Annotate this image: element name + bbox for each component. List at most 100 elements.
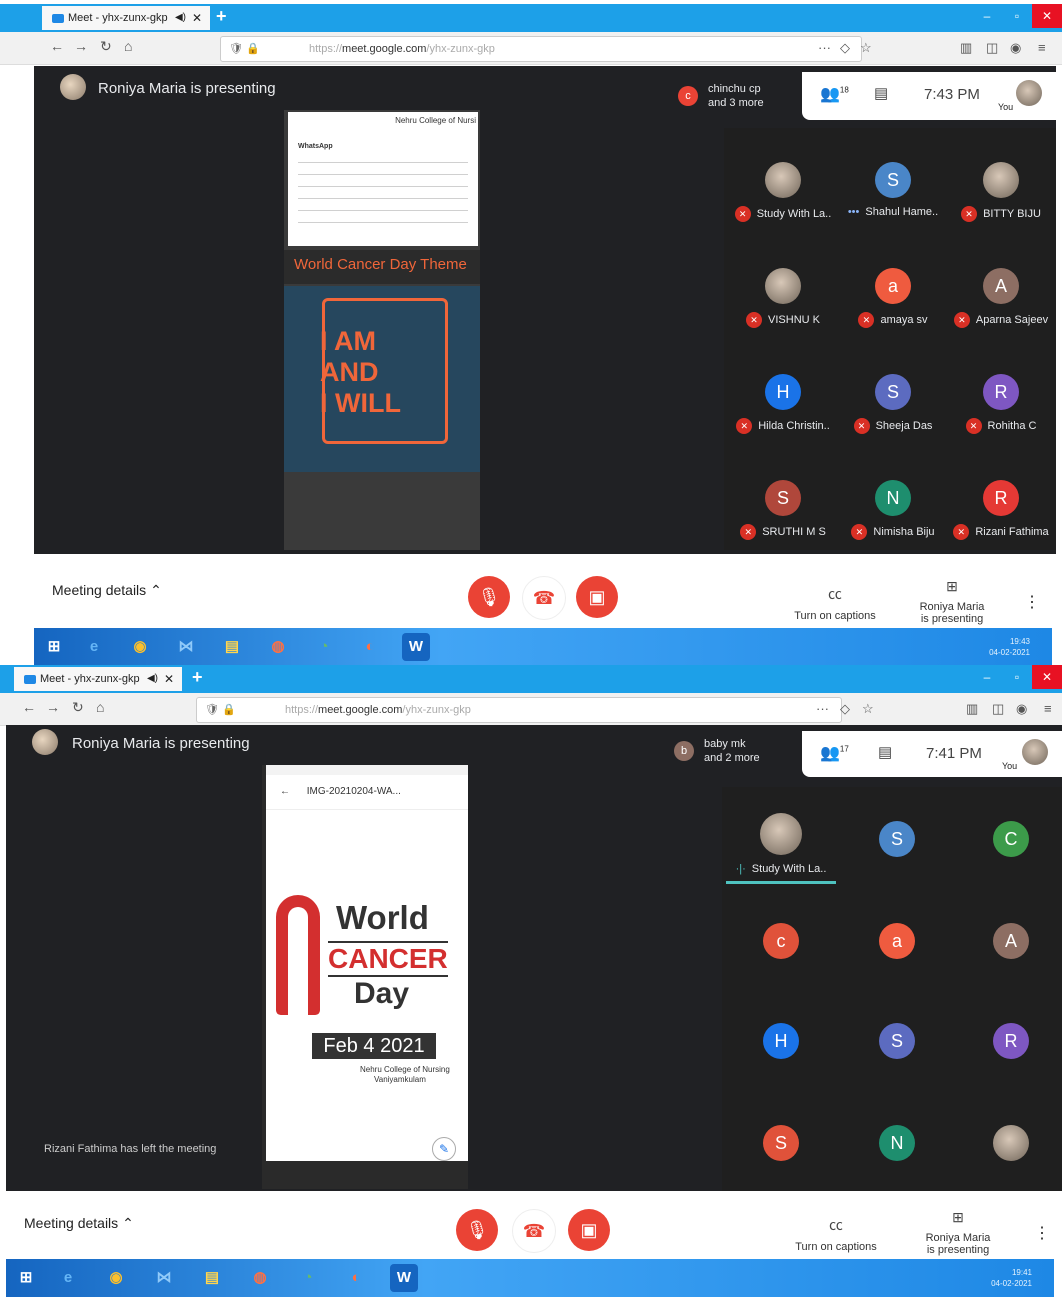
address-bar[interactable]: 🛡 🔒 https://meet.google.com/yhx-zunx-gkp [196, 697, 842, 723]
chat-icon[interactable]: ▤ [874, 84, 888, 102]
maximize-icon[interactable]: ▫ [1002, 665, 1032, 689]
system-tray: 19:43 04-02-2021 [989, 636, 1030, 658]
close-tab-icon[interactable]: ✕ [192, 6, 202, 30]
participant-tile: ✕ Study With La.. [728, 162, 838, 222]
folder-icon[interactable]: ▤ [218, 633, 246, 661]
menu-icon[interactable]: ≡ [1044, 701, 1052, 716]
ie-icon[interactable]: e [54, 1264, 82, 1292]
camera-toggle-button[interactable]: ▣ [576, 576, 618, 618]
mic-off-icon: ✕ [961, 206, 978, 222]
mic-toggle-button[interactable]: 🎙 [468, 576, 510, 618]
browser-tab[interactable]: Meet - yhx-zunx-gkp ◀) ✕ [42, 6, 210, 30]
more-icon[interactable]: ··· [816, 701, 829, 716]
you-label: You [1002, 761, 1018, 771]
theme-slide: I AM AND I WILL [284, 286, 480, 472]
account-icon[interactable]: ◉ [1010, 40, 1021, 56]
media-icon[interactable]: ⋈ [150, 1264, 178, 1292]
participant-tile: a ✕ amaya sv [838, 268, 948, 328]
back-icon[interactable]: ← [50, 38, 64, 54]
phone-status-bar [266, 765, 468, 775]
presenting-button[interactable]: ⊞ Roniya Maria is presenting [922, 1209, 994, 1256]
address-bar[interactable]: 🛡 🔒 https://meet.google.com/yhx-zunx-gkp [220, 36, 862, 62]
speaking-icon: ·|· [735, 863, 746, 875]
account-icon[interactable]: ◉ [1016, 701, 1027, 717]
pocket-icon[interactable]: ◇ [840, 701, 850, 717]
library-icon[interactable]: ▥ [966, 701, 978, 717]
minimize-icon[interactable]: – [972, 665, 1002, 689]
firefox-icon[interactable]: ◐ [342, 1264, 370, 1292]
chrome-icon[interactable]: ◉ [126, 633, 154, 661]
participant-avatar [765, 268, 801, 304]
more-icon[interactable]: ··· [818, 40, 831, 55]
forward-icon[interactable]: → [46, 699, 60, 715]
participant-name: amaya sv [880, 313, 928, 326]
ie-icon[interactable]: e [80, 633, 108, 661]
presenting-label: Roniya Maria is presenting [919, 601, 985, 625]
meeting-details-button[interactable]: Meeting details ⌃ [24, 1215, 134, 1232]
chrome-icon[interactable]: ◉ [102, 1264, 130, 1292]
participant-avatar: c [763, 923, 799, 959]
back-icon[interactable]: ← [22, 699, 36, 715]
folder-icon[interactable]: ▤ [198, 1264, 226, 1292]
star-icon[interactable]: ☆ [862, 701, 874, 717]
forward-icon[interactable]: → [74, 38, 88, 54]
end-call-button[interactable]: ☎ [522, 576, 566, 620]
captions-button[interactable]: ㏄ Turn on captions [790, 1215, 882, 1253]
participant-avatar [993, 1125, 1029, 1161]
reload-icon[interactable]: ↻ [72, 699, 84, 716]
mic-toggle-button[interactable]: 🎙 [456, 1209, 498, 1251]
edit-icon[interactable]: ✎ [432, 1137, 456, 1161]
browser-tab[interactable]: Meet - yhx-zunx-gkp ◀) ✕ [14, 667, 182, 691]
app-icon[interactable]: ◍ [246, 1264, 274, 1292]
back-arrow-icon[interactable]: ← [280, 786, 290, 797]
meeting-details-label: Meeting details [24, 1215, 119, 1231]
home-icon[interactable]: ⌂ [124, 38, 132, 54]
reload-icon[interactable]: ↻ [100, 38, 112, 55]
pocket-icon[interactable]: ◇ [840, 40, 850, 56]
minimize-icon[interactable]: – [972, 4, 1002, 28]
meet-bottom-bar: Meeting details ⌃ 🎙 ☎ ▣ ㏄ Turn on caption… [0, 1193, 1062, 1269]
close-window-icon[interactable]: ✕ [1032, 4, 1062, 28]
new-tab-button[interactable]: + [192, 667, 203, 688]
more-options-icon[interactable]: ⋮ [1024, 592, 1040, 612]
participant-avatar: A [983, 268, 1019, 304]
presenting-button[interactable]: ⊞ Roniya Maria is presenting [916, 578, 988, 625]
captions-label: Turn on captions [795, 1241, 877, 1253]
whatsapp-icon[interactable]: ◔ [310, 633, 338, 661]
people-count: 18 [839, 85, 849, 95]
meeting-details-button[interactable]: Meeting details ⌃ [52, 582, 162, 599]
whatsapp-icon[interactable]: ◔ [294, 1264, 322, 1292]
participant-pill: b baby mk and 2 more [674, 737, 760, 765]
firefox-icon[interactable]: ◐ [356, 633, 384, 661]
windows-start-icon[interactable]: ⊞ [12, 1264, 40, 1292]
chat-icon[interactable]: ▤ [878, 743, 892, 761]
star-icon[interactable]: ☆ [860, 40, 872, 56]
speaker-icon[interactable]: ◀) [147, 667, 158, 691]
word-icon[interactable]: W [390, 1264, 418, 1292]
windows-start-icon[interactable]: ⊞ [40, 633, 68, 661]
word-icon[interactable]: W [402, 633, 430, 661]
more-options-icon[interactable]: ⋮ [1034, 1223, 1050, 1243]
captions-button[interactable]: ㏄ Turn on captions [790, 584, 880, 622]
close-window-icon[interactable]: ✕ [1032, 665, 1062, 689]
participant-name: VISHNU K [768, 313, 820, 326]
browser-nav-bar: ← → ↻ ⌂ 🛡 🔒 https://meet.google.com/yhx-… [0, 32, 1062, 65]
close-tab-icon[interactable]: ✕ [164, 667, 174, 691]
camera-toggle-button[interactable]: ▣ [568, 1209, 610, 1251]
speaker-icon[interactable]: ◀) [175, 6, 186, 30]
people-icon[interactable]: 👥18 [820, 84, 849, 104]
end-call-button[interactable]: ☎ [512, 1209, 556, 1253]
participant-avatar [760, 813, 802, 855]
maximize-icon[interactable]: ▫ [1002, 4, 1032, 28]
home-icon[interactable]: ⌂ [96, 699, 104, 715]
people-icon[interactable]: 👥17 [820, 743, 849, 763]
library-icon[interactable]: ▥ [960, 40, 972, 56]
new-tab-button[interactable]: + [216, 6, 227, 27]
sidebar-icon[interactable]: ◫ [992, 701, 1004, 717]
participant-name: Study With La.. [756, 207, 832, 220]
app-icon[interactable]: ◍ [264, 633, 292, 661]
menu-icon[interactable]: ≡ [1038, 40, 1046, 55]
media-icon[interactable]: ⋈ [172, 633, 200, 661]
sidebar-icon[interactable]: ◫ [986, 40, 998, 56]
top-screenshot: Meet - yhx-zunx-gkp ◀) ✕ + – ▫ ✕ ← → ↻ ⌂ 🛡 … [0, 0, 1062, 666]
